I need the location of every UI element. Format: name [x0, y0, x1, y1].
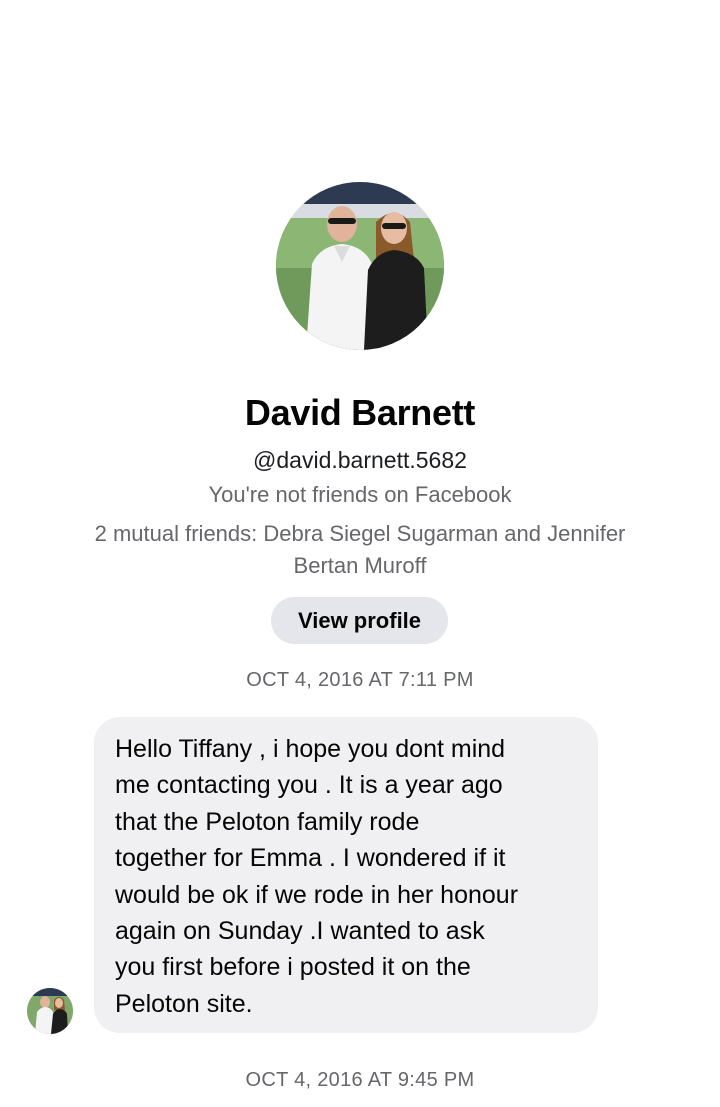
sender-avatar[interactable] [27, 988, 73, 1034]
message-text-line: would be ok if we rode in her honour [115, 880, 519, 909]
message-bubble[interactable]: Hello Tiffany , i hope you dont mind me … [94, 717, 598, 1033]
message-timestamp: OCT 4, 2016 AT 9:45 PM [245, 1069, 475, 1091]
message-text-line: you first before i posted it on the [115, 953, 471, 982]
profile-photo [276, 182, 444, 350]
message-text-line: together for Emma . I wondered if it [115, 844, 506, 873]
friendship-status: You're not friends on Facebook [208, 482, 512, 507]
messenger-conversation-screen: David Barnett @david.barnett.5682 You're… [0, 0, 720, 1107]
sender-photo [27, 988, 73, 1034]
message-text-line: me contacting you . It is a year ago [115, 771, 503, 800]
message-text-line: that the Peloton family rode [115, 807, 420, 836]
message-text-line: again on Sunday .I wanted to ask [115, 917, 485, 946]
mutual-friends: 2 mutual friends: Debra Siegel Sugarman … [40, 518, 680, 582]
profile-avatar[interactable] [276, 182, 444, 350]
message-text-line: Peloton site. [115, 989, 253, 1018]
mutual-friends-line: Bertan Muroff [293, 553, 427, 578]
mutual-friends-line: 2 mutual friends: Debra Siegel Sugarman … [94, 521, 626, 546]
message-text-line: Hello Tiffany , i hope you dont mind [115, 735, 506, 763]
message-timestamp: OCT 4, 2016 AT 7:11 PM [246, 669, 474, 691]
contact-name: David Barnett [244, 392, 476, 433]
contact-username: @david.barnett.5682 [253, 447, 467, 473]
view-profile-button[interactable]: View profile [271, 597, 448, 644]
